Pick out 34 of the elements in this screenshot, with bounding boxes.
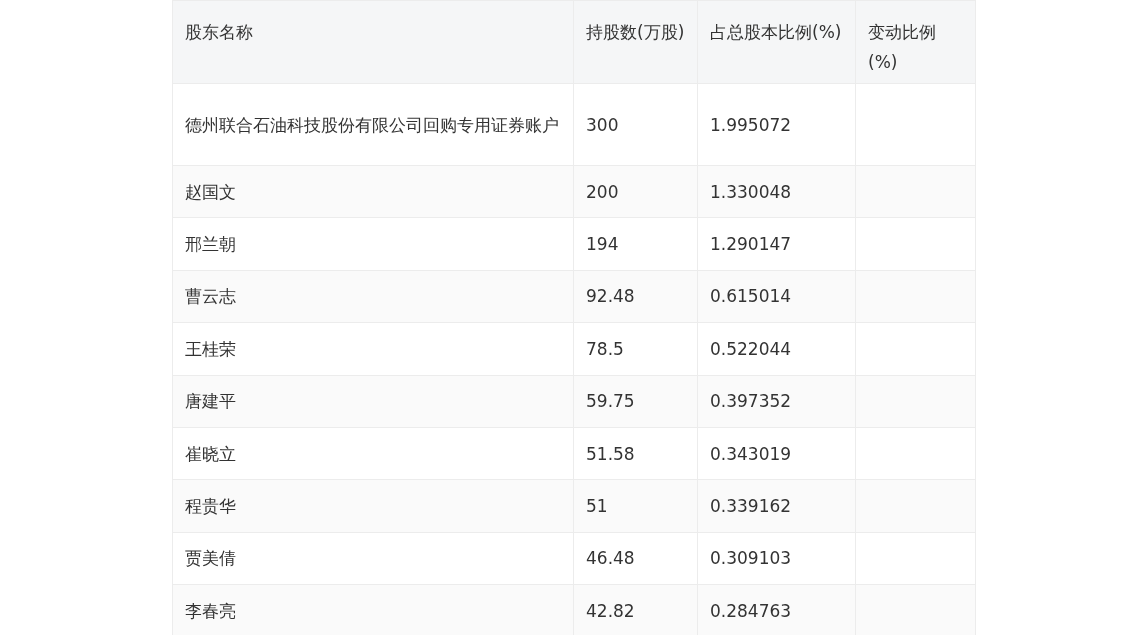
table-cell: 1.290147: [710, 234, 792, 255]
table-cell: 0.522044: [710, 338, 792, 359]
table-cell: 赵国文: [185, 181, 236, 202]
table-cell: 崔晓立: [185, 443, 236, 464]
table-cell: 1.995072: [710, 114, 792, 135]
table-cell: 程贵华: [185, 496, 236, 517]
table-cell: 唐建平: [185, 391, 236, 412]
table-cell: 曹云志: [185, 286, 236, 307]
table-cell: 300: [586, 114, 619, 135]
column-header: 股东名称: [185, 22, 253, 42]
table-cell: 0.343019: [710, 443, 792, 464]
table-cell: 42.82: [586, 600, 635, 621]
table-cell: 0.397352: [710, 391, 792, 412]
table-cell: 92.48: [586, 286, 635, 307]
table-cell: 51: [586, 496, 608, 517]
table-cell: 51.58: [586, 443, 635, 464]
table-cell: 0.615014: [710, 286, 792, 307]
table-cell: 0.284763: [710, 600, 792, 621]
table-cell: 李春亮: [185, 600, 236, 621]
table-cell: 194: [586, 234, 619, 255]
column-header: 占总股本比例(%): [710, 22, 842, 42]
table-cell: 邢兰朝: [185, 234, 236, 255]
table-cell: 46.48: [586, 548, 635, 569]
table-cell: 0.339162: [710, 496, 792, 517]
table-cell: 78.5: [586, 338, 624, 359]
column-header: 变动比例(%): [868, 22, 936, 72]
table-cell: 1.330048: [710, 181, 792, 202]
table-cell: 贾美倩: [185, 548, 236, 569]
table-cell: 德州联合石油科技股份有限公司回购专用证券账户: [185, 114, 559, 135]
table-cell: 59.75: [586, 391, 635, 412]
table-cell: 200: [586, 181, 619, 202]
table-cell: 0.309103: [710, 548, 792, 569]
table-cell: 王桂荣: [185, 338, 236, 359]
column-header: 持股数(万股): [586, 22, 685, 42]
